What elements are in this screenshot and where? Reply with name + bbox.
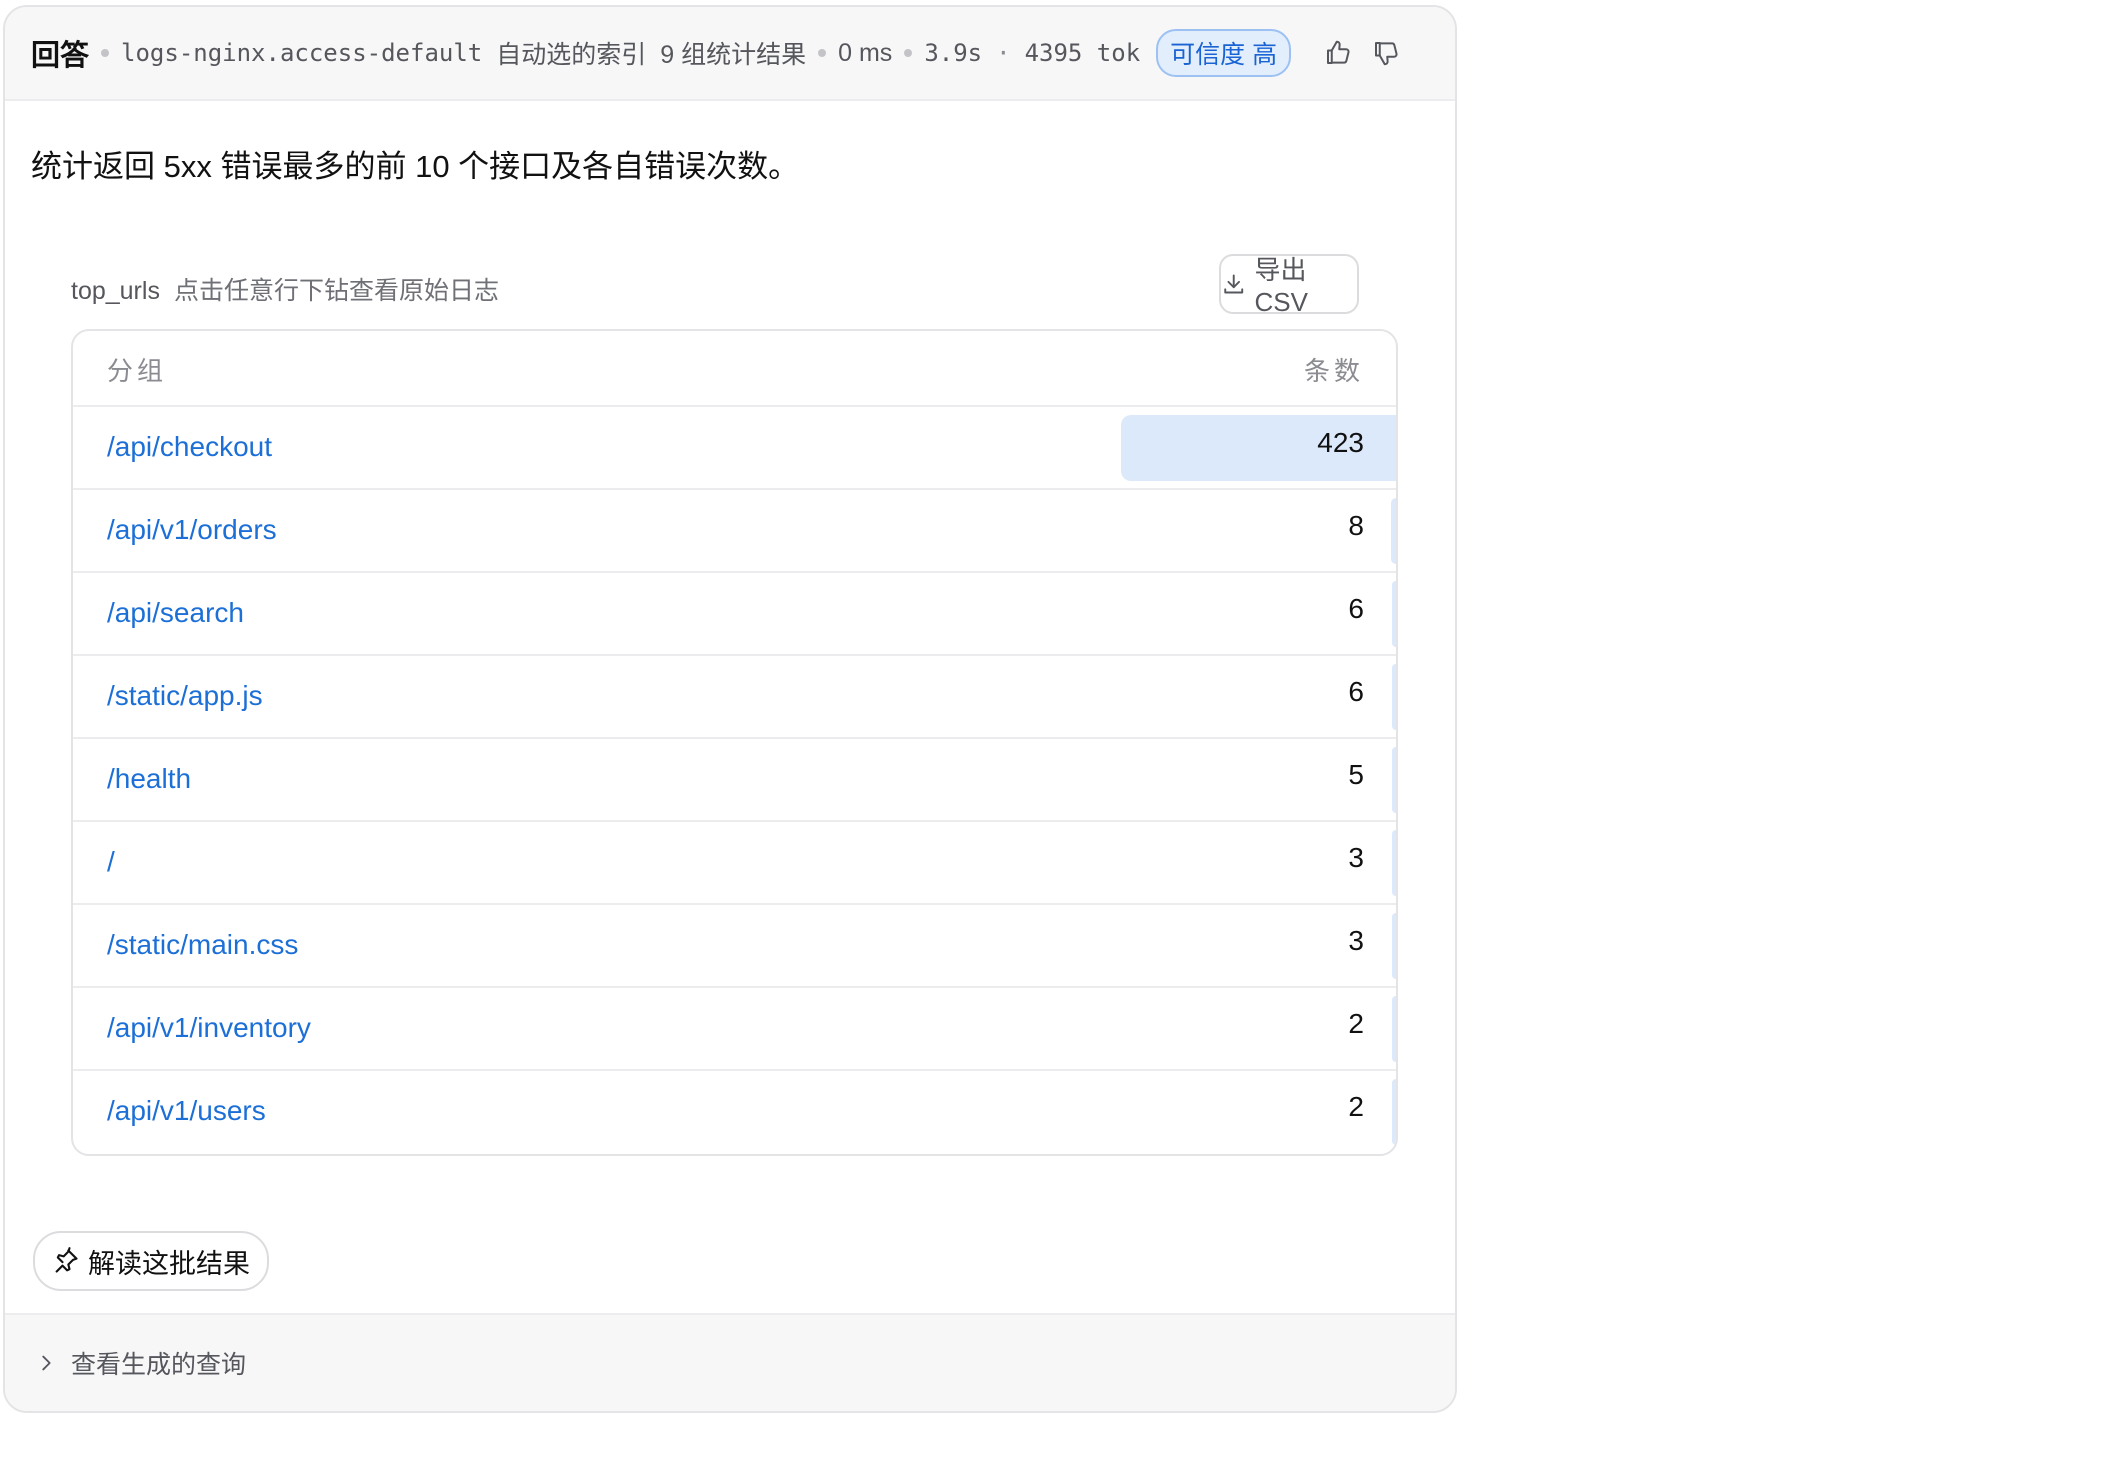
row-count: 5: [1348, 759, 1364, 790]
token-count: 4395 tok: [1024, 39, 1141, 67]
export-csv-label: 导出 CSV: [1254, 255, 1308, 317]
answer-header: 回答 logs-nginx.access-default 自动选的索引 9 组统…: [5, 7, 1455, 101]
table-row[interactable]: /api/v1/orders 8: [73, 490, 1396, 573]
row-url-link[interactable]: /api/v1/orders: [107, 514, 277, 546]
download-icon: [1224, 274, 1244, 294]
table-row[interactable]: /3: [73, 822, 1396, 905]
row-url-link[interactable]: /health: [107, 763, 191, 795]
table-row[interactable]: /static/app.js 6: [73, 656, 1396, 739]
separator-dot: [101, 49, 110, 57]
interpret-results-button[interactable]: 解读这批结果: [33, 1231, 269, 1291]
chevron-right-icon: [42, 1355, 51, 1371]
row-url-link[interactable]: /api/search: [107, 597, 244, 629]
results-table: 分组 条数 /api/checkout 423/api/v1/orders 8/ap…: [71, 329, 1398, 1156]
answer-title: 回答: [31, 40, 90, 72]
row-url-link[interactable]: /api/v1/users: [107, 1095, 266, 1127]
row-count: 3: [1348, 842, 1364, 873]
row-count: 2: [1348, 1008, 1364, 1039]
row-url-link[interactable]: /static/app.js: [107, 680, 263, 712]
table-caption: top_urls 点击任意行下钻查看原始日志: [71, 271, 499, 307]
index-name: logs-nginx.access-default: [121, 39, 483, 67]
group-count: 9 组统计结果: [660, 41, 807, 69]
count-bar: [1392, 913, 1396, 979]
table-header: 分组 条数: [73, 331, 1396, 407]
count-bar: [1392, 996, 1396, 1062]
row-url-link[interactable]: /api/checkout: [107, 431, 272, 463]
table-row[interactable]: /health 5: [73, 739, 1396, 822]
separator-dot: ·: [996, 39, 1011, 67]
count-bar: [1392, 747, 1396, 813]
row-count: 2: [1348, 1091, 1364, 1122]
latency: 0 ms: [838, 38, 893, 67]
thumbs-up-icon[interactable]: [1323, 38, 1353, 68]
row-url-link[interactable]: /static/main.css: [107, 929, 298, 961]
row-url-link[interactable]: /api/v1/inventory: [107, 1012, 311, 1044]
duration: 3.9s: [924, 39, 983, 67]
table-name: top_urls: [71, 277, 160, 305]
table-row[interactable]: /static/main.css 3: [73, 905, 1396, 988]
column-header-group: 分组: [107, 356, 168, 386]
view-query-toggle[interactable]: 查看生成的查询: [5, 1313, 1455, 1411]
separator-dot: [904, 49, 913, 57]
thumbs-down-icon[interactable]: [1371, 38, 1401, 68]
table-row[interactable]: /api/v1/inventory 2: [73, 988, 1396, 1071]
count-bar: [1391, 498, 1396, 564]
count-bar: [1392, 664, 1396, 730]
count-bar: [1392, 830, 1396, 896]
row-count: 423: [1317, 427, 1364, 458]
count-bar: [1392, 1079, 1396, 1145]
table-body: /api/checkout 423/api/v1/orders 8/api/sear…: [73, 407, 1396, 1152]
row-count: 3: [1348, 925, 1364, 956]
separator-dot: [818, 49, 827, 57]
column-header-count: 条数: [1303, 356, 1364, 386]
row-url-link[interactable]: /: [107, 846, 115, 878]
export-csv-button[interactable]: 导出 CSV: [1219, 254, 1359, 317]
table-hint: 点击任意行下钻查看原始日志: [173, 277, 499, 305]
table-row[interactable]: /api/v1/users 2: [73, 1071, 1396, 1152]
question-text: 统计返回 5xx 错误最多的前 10 个接口及各自错误次数。: [31, 149, 800, 184]
index-note: 自动选的索引: [496, 41, 647, 69]
table-row[interactable]: /api/search 6: [73, 573, 1396, 656]
row-count: 8: [1348, 510, 1364, 541]
table-row[interactable]: /api/checkout 423: [73, 407, 1396, 490]
interpret-results-label: 解读这批结果: [88, 1248, 250, 1279]
view-query-label: 查看生成的查询: [71, 1351, 247, 1379]
answer-card: 回答 logs-nginx.access-default 自动选的索引 9 组统…: [3, 5, 1457, 1413]
sparkle-pin-icon: [55, 1247, 78, 1273]
row-count: 6: [1348, 676, 1364, 707]
row-count: 6: [1348, 593, 1364, 624]
count-bar: [1392, 581, 1396, 647]
confidence-badge: 可信度 高: [1156, 29, 1292, 77]
